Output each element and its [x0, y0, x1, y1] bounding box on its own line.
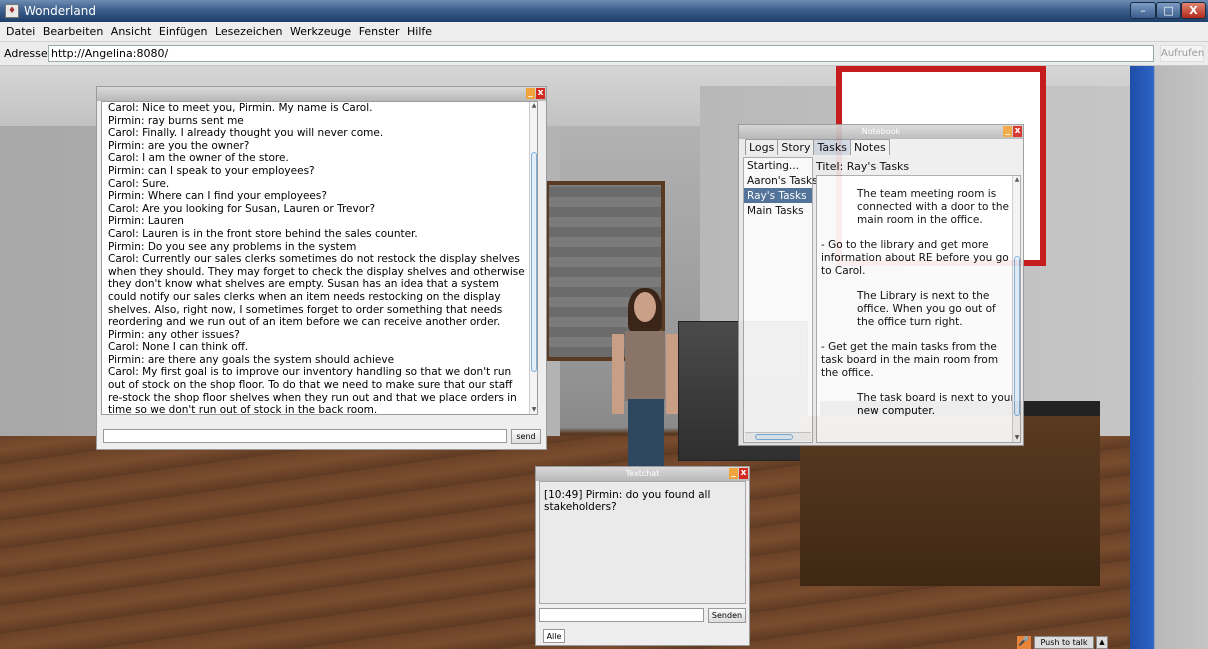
- chat-minimize-button[interactable]: _: [526, 88, 535, 99]
- chat-line: Pirmin: any other issues?: [108, 328, 240, 341]
- menu-datei[interactable]: Datei: [0, 22, 35, 38]
- address-bar: Adresse: http://Angelina:8080/ Aufrufen: [0, 42, 1208, 66]
- shelf-rack: [1130, 66, 1208, 649]
- task-paragraph: The task board is next to your new compu…: [857, 392, 1015, 417]
- chat-line: Pirmin: can I speak to your employees?: [108, 164, 315, 177]
- avatar-head: [634, 292, 656, 322]
- chat-line: Pirmin: Where can I find your employees?: [108, 190, 327, 203]
- menu-lesezeichen[interactable]: Lesezeichen: [211, 22, 283, 38]
- npc-chat-window: _ x Carol: Nice to meet you, Pirmin. My …: [96, 86, 547, 450]
- notebook-title: Notebook: [861, 127, 901, 136]
- chat-line: Pirmin: Lauren: [108, 215, 184, 228]
- list-item[interactable]: Ray's Tasks: [744, 188, 812, 203]
- textchat-title: Textchat: [625, 469, 660, 478]
- menu-werkzeuge[interactable]: Werkzeuge: [286, 22, 351, 38]
- list-item[interactable]: Main Tasks: [744, 203, 812, 218]
- tab-notes[interactable]: Notes: [849, 139, 890, 155]
- chat-scrollbar[interactable]: ▲ ▼: [529, 102, 537, 414]
- task-paragraph: - Go to the library and get more informa…: [821, 239, 1009, 277]
- notebook-minimize-button[interactable]: _: [1003, 126, 1012, 137]
- chat-line: Pirmin: are you the owner?: [108, 139, 250, 152]
- push-to-talk-button[interactable]: Push to talk: [1034, 636, 1094, 649]
- avatar-arm-right: [666, 334, 678, 414]
- microphone-icon[interactable]: 🎤: [1017, 636, 1031, 649]
- notebook-tabs: Logs Story Tasks Notes: [745, 139, 890, 155]
- chat-close-button[interactable]: x: [536, 88, 545, 99]
- tab-logs[interactable]: Logs: [745, 139, 779, 155]
- task-paragraph: The Library is next to the office. When …: [857, 290, 996, 328]
- chat-line: Carol: Are you looking for Susan, Lauren…: [108, 202, 376, 215]
- scroll-up-arrow-icon[interactable]: ▲: [530, 102, 537, 110]
- task-title: Titel: Ray's Tasks: [816, 160, 910, 173]
- task-list: Starting... Aaron's Tasks Ray's Tasks Ma…: [743, 157, 818, 443]
- textchat-window: Textchat _ x [10:49] Pirmin: do you foun…: [535, 466, 750, 646]
- minimize-button[interactable]: –: [1130, 2, 1156, 19]
- chat-line: Carol: Currently our sales clerks someti…: [108, 253, 525, 329]
- maximize-button[interactable]: □: [1156, 2, 1181, 19]
- task-paragraph: - Get get the main tasks from the task b…: [821, 341, 999, 379]
- avatar-carol[interactable]: [625, 331, 665, 401]
- avatar-arm-left: [612, 334, 624, 414]
- chat-line: Carol: None I can think off.: [108, 341, 249, 354]
- chat-send-button[interactable]: send: [511, 429, 541, 444]
- menu-hilfe[interactable]: Hilfe: [403, 22, 432, 38]
- app-icon: ♦: [5, 4, 19, 18]
- notebook-title-bar[interactable]: Notebook _ x: [739, 125, 1023, 139]
- scroll-thumb[interactable]: [531, 152, 537, 372]
- textchat-title-bar[interactable]: Textchat _ x: [536, 467, 749, 481]
- scroll-up-arrow-icon[interactable]: ▲: [1013, 176, 1020, 184]
- chat-line: Pirmin: ray burns sent me: [108, 114, 244, 127]
- textchat-messages: [10:49] Pirmin: do you found all stakeho…: [539, 481, 746, 604]
- address-label: Adresse:: [4, 47, 52, 60]
- menu-ansicht[interactable]: Ansicht: [107, 22, 152, 38]
- scroll-down-arrow-icon[interactable]: ▼: [1013, 434, 1020, 442]
- tab-tasks[interactable]: Tasks: [813, 139, 851, 155]
- window-title-bar: ♦ Wonderland – □ X: [0, 0, 1208, 22]
- list-item[interactable]: Aaron's Tasks: [744, 173, 818, 188]
- chevron-up-icon[interactable]: ▲: [1096, 636, 1108, 649]
- list-item[interactable]: Starting...: [744, 158, 812, 173]
- chat-line: Carol: Sure.: [108, 177, 170, 190]
- list-horizontal-scrollbar[interactable]: [745, 432, 811, 441]
- tab-story[interactable]: Story: [777, 139, 815, 155]
- notebook-window: Notebook _ x Logs Story Tasks Notes Startin…: [738, 124, 1024, 446]
- textchat-input[interactable]: [539, 608, 704, 622]
- scroll-thumb[interactable]: [1014, 256, 1020, 416]
- chat-line: Carol: I am the owner of the store.: [108, 152, 289, 165]
- chat-line: Carol: Nice to meet you, Pirmin. My name…: [108, 102, 373, 114]
- chat-line: Carol: My first goal is to improve our i…: [108, 366, 517, 415]
- go-button[interactable]: Aufrufen: [1160, 45, 1204, 62]
- chat-line: Carol: Finally. I already thought you wi…: [108, 127, 384, 140]
- chat-message-input[interactable]: [103, 429, 507, 443]
- chat-line: Pirmin: Do you see any problems in the s…: [108, 240, 357, 253]
- textchat-close-button[interactable]: x: [739, 468, 748, 479]
- tab-alle[interactable]: Alle: [543, 629, 565, 643]
- task-paragraph: The team meeting room is connected with …: [857, 188, 1009, 226]
- task-content: The team meeting room is connected with …: [816, 175, 1021, 443]
- menu-einfuegen[interactable]: Einfügen: [155, 22, 208, 38]
- menu-bar: Datei Bearbeiten Ansicht Einfügen Leseze…: [0, 22, 1208, 42]
- chat-line: Carol: Lauren is in the front store behi…: [108, 227, 418, 240]
- address-input[interactable]: http://Angelina:8080/: [48, 45, 1154, 62]
- chat-line: Pirmin: are there any goals the system s…: [108, 353, 395, 366]
- textchat-send-button[interactable]: Senden: [708, 608, 746, 623]
- scroll-down-arrow-icon[interactable]: ▼: [530, 406, 537, 414]
- scroll-thumb[interactable]: [755, 434, 793, 440]
- chat-transcript: Carol: Nice to meet you, Pirmin. My name…: [101, 101, 538, 415]
- notebook-close-button[interactable]: x: [1013, 126, 1022, 137]
- window-title: Wonderland: [24, 4, 96, 18]
- content-scrollbar[interactable]: ▲ ▼: [1012, 176, 1020, 442]
- menu-fenster[interactable]: Fenster: [355, 22, 400, 38]
- textchat-message: [10:49] Pirmin: do you found all stakeho…: [544, 489, 711, 513]
- textchat-minimize-button[interactable]: _: [729, 468, 738, 479]
- close-button[interactable]: X: [1181, 2, 1206, 19]
- push-to-talk-control: 🎤 Push to talk ▲: [1017, 636, 1112, 649]
- menu-bearbeiten[interactable]: Bearbeiten: [39, 22, 103, 38]
- chat-window-title-bar[interactable]: _ x: [97, 87, 546, 101]
